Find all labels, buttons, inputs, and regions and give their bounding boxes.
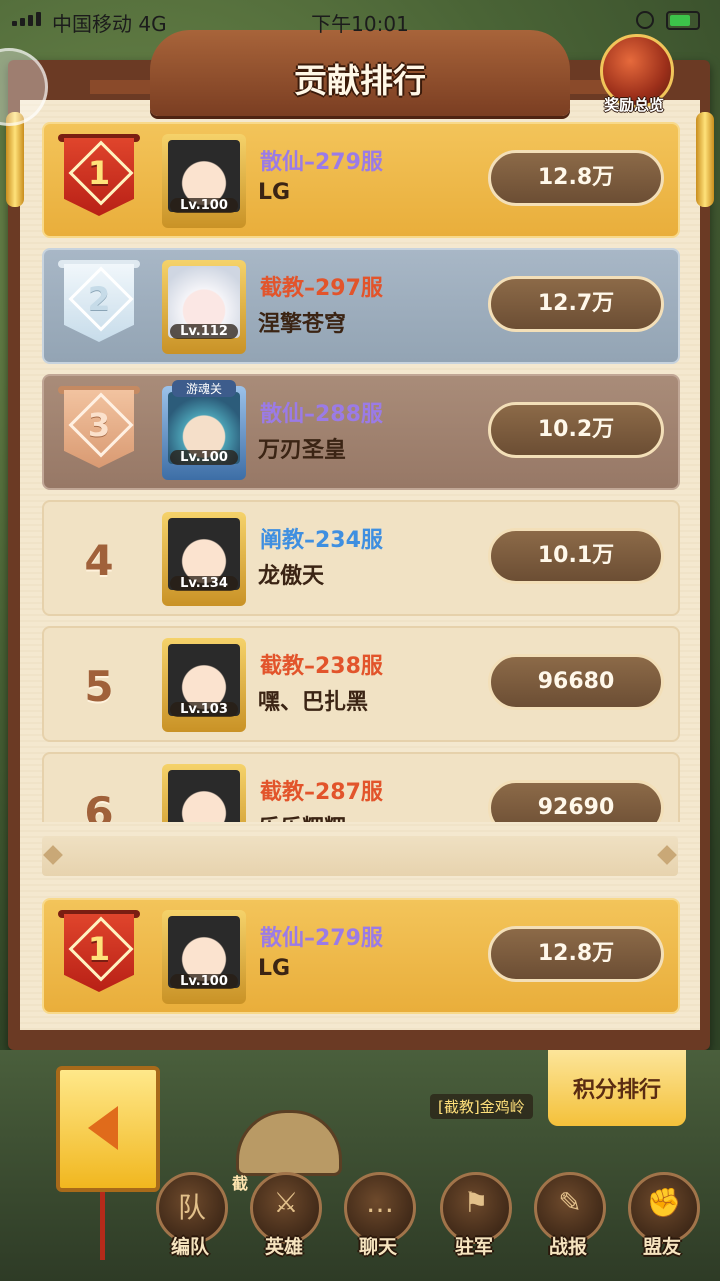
rank-number: 6: [84, 788, 114, 822]
divider-ornament-left: [43, 845, 63, 865]
team-glyph: 队: [177, 1191, 206, 1224]
level-badge: Lv.100: [170, 198, 238, 213]
bottom-nav: 队 编队 ⚔ 英雄 … 聊天 ⚑ 驻军 ✎ 战报 ✊ 盟友: [150, 1172, 720, 1272]
ranking-row-3[interactable]: 3 游魂关 Lv.100 散仙–288服 万刃圣皇 10.2万: [42, 374, 680, 490]
nav-garrison[interactable]: ⚑ 驻军: [434, 1172, 514, 1268]
avatar[interactable]: Lv.100: [162, 134, 246, 228]
page-title: 贡献排行: [294, 61, 426, 100]
battery-icon: [666, 11, 700, 30]
score-value: 12.8万: [488, 926, 664, 982]
nav-label: 战报: [548, 1236, 587, 1258]
nav-ally[interactable]: ✊ 盟友: [622, 1172, 702, 1268]
title-tag: 游魂关: [172, 380, 236, 397]
nav-label: 英雄: [264, 1236, 303, 1258]
avatar[interactable]: [162, 764, 246, 822]
my-rank-row[interactable]: 1 Lv.100 散仙–279服 LG 12.8万: [42, 898, 680, 1014]
level-badge: Lv.100: [170, 450, 238, 465]
clock: 下午10:01: [311, 12, 409, 36]
server-label: 散仙–288服: [260, 402, 383, 427]
back-button-pole: [100, 1184, 105, 1260]
level-badge: Lv.112: [170, 324, 238, 339]
score-value: 12.8万: [488, 150, 664, 206]
nav-report[interactable]: ✎ 战报: [528, 1172, 608, 1268]
report-glyph: ✎: [558, 1186, 582, 1219]
nav-label: 驻军: [454, 1236, 493, 1258]
ranking-list[interactable]: 1 Lv.100 散仙–279服 LG 12.8万 2 Lv.112 截教–29…: [42, 122, 682, 822]
level-badge: Lv.100: [170, 974, 238, 989]
server-label: 阐教–234服: [260, 528, 383, 553]
score-value: 96680: [488, 654, 664, 710]
player-name: 嘿、巴扎黑: [258, 690, 369, 715]
nav-label: 编队: [170, 1236, 209, 1258]
server-label: 截教–238服: [260, 654, 383, 679]
camp-roof: [236, 1110, 342, 1176]
location-label[interactable]: [截教]金鸡岭: [430, 1094, 533, 1119]
server-label: 截教–297服: [260, 276, 383, 301]
nav-hero[interactable]: ⚔ 英雄: [244, 1172, 324, 1268]
score-value: 12.7万: [488, 276, 664, 332]
ranking-row-2[interactable]: 2 Lv.112 截教–297服 涅擎苍穹 12.7万: [42, 248, 680, 364]
ranking-row-4[interactable]: 4 Lv.134 阐教–234服 龙傲天 10.1万: [42, 500, 680, 616]
ranking-row-6[interactable]: 6 截教–287服 乐乐粑粑 92690: [42, 752, 680, 822]
ranking-row-5[interactable]: 5 Lv.103 截教–238服 嘿、巴扎黑 96680: [42, 626, 680, 742]
score-value: 92690: [488, 780, 664, 822]
avatar[interactable]: Lv.100: [162, 910, 246, 1004]
rank-number: 4: [84, 536, 114, 585]
player-name: 乐乐粑粑: [258, 810, 346, 822]
reward-overview-label: 奖励总览: [603, 96, 664, 114]
avatar[interactable]: Lv.134: [162, 512, 246, 606]
scroll-rod-left: [6, 112, 24, 207]
nav-chat[interactable]: … 聊天: [338, 1172, 418, 1268]
avatar[interactable]: 游魂关 Lv.100: [162, 380, 246, 480]
ranking-row-1[interactable]: 1 Lv.100 散仙–279服 LG 12.8万: [42, 122, 680, 238]
rank-number: 1: [87, 154, 111, 192]
back-arrow-icon: [88, 1106, 118, 1150]
hero-glyph: ⚔: [273, 1186, 299, 1219]
title-plate: 贡献排行: [150, 30, 570, 116]
rank-banner-bronze: 3: [58, 384, 140, 480]
server-label: 散仙–279服: [260, 150, 383, 175]
level-badge: Lv.134: [170, 576, 238, 591]
scroll-rod-right: [696, 112, 714, 207]
portrait: [168, 770, 240, 822]
player-name: 龙傲天: [258, 564, 325, 589]
rank-banner-silver: 2: [58, 258, 140, 354]
reward-overview-button[interactable]: 奖励总览: [592, 34, 676, 118]
nav-label: 聊天: [358, 1236, 397, 1258]
player-name: 万刃圣皇: [258, 438, 347, 463]
nav-team[interactable]: 队 编队: [150, 1172, 230, 1268]
rank-number: 2: [87, 280, 111, 318]
garrison-glyph: ⚑: [463, 1186, 489, 1219]
player-name: LG: [258, 180, 291, 205]
rank-number: 5: [84, 662, 114, 711]
score-value: 10.2万: [488, 402, 664, 458]
rank-banner-gold: 1: [58, 908, 140, 1004]
back-button[interactable]: [56, 1066, 160, 1192]
avatar[interactable]: Lv.112: [162, 260, 246, 354]
rank-number: 1: [87, 930, 111, 968]
server-label: 散仙–279服: [260, 926, 383, 951]
rank-banner-gold: 1: [58, 132, 140, 228]
rank-number: 3: [87, 406, 111, 444]
ally-glyph: ✊: [646, 1186, 682, 1219]
list-divider: [42, 836, 678, 876]
level-badge: Lv.103: [170, 702, 238, 717]
player-name: 涅擎苍穹: [258, 312, 347, 337]
avatar[interactable]: Lv.103: [162, 638, 246, 732]
status-bar: 中国移动 4G 下午10:01: [0, 0, 720, 40]
divider-ornament-right: [657, 845, 677, 865]
rotation-lock-icon: [636, 11, 654, 29]
score-ranking-label: 积分排行: [572, 1078, 661, 1103]
nav-label: 盟友: [642, 1236, 681, 1258]
player-name: LG: [258, 956, 291, 981]
score-ranking-tab[interactable]: 积分排行: [548, 1050, 686, 1126]
score-value: 10.1万: [488, 528, 664, 584]
chat-glyph: …: [366, 1186, 394, 1219]
server-label: 截教–287服: [260, 780, 383, 805]
